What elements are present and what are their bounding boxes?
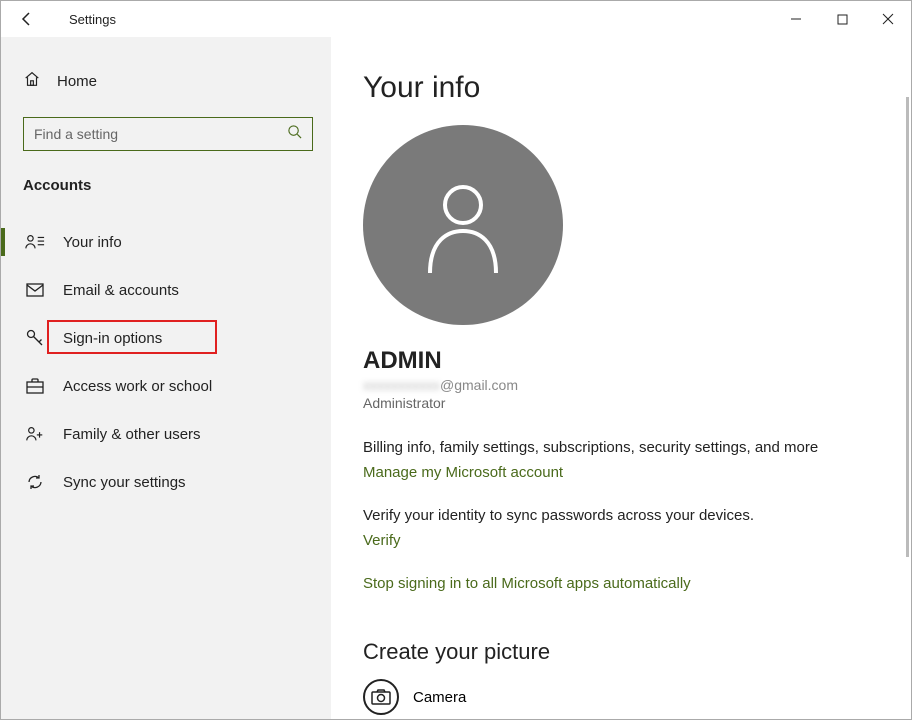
avatar: [363, 125, 563, 325]
window-title: Settings: [69, 12, 116, 27]
sidebar-item-email[interactable]: Email & accounts: [23, 266, 331, 314]
maximize-button[interactable]: [819, 1, 865, 37]
window-controls: [773, 1, 911, 37]
minimize-button[interactable]: [773, 1, 819, 37]
back-button[interactable]: [19, 11, 41, 27]
sync-icon: [25, 473, 45, 491]
email-icon: [25, 283, 45, 297]
stop-signin-link[interactable]: Stop signing in to all Microsoft apps au…: [363, 575, 691, 592]
scrollbar[interactable]: [906, 97, 909, 557]
titlebar: Settings: [1, 1, 911, 37]
sidebar-item-family[interactable]: Family & other users: [23, 410, 331, 458]
billing-desc: Billing info, family settings, subscript…: [363, 439, 911, 456]
section-title: Accounts: [23, 177, 331, 194]
nav-label: Email & accounts: [63, 282, 179, 299]
user-email: xxxxxxxxxxx@gmail.com: [363, 377, 911, 393]
nav-label: Access work or school: [63, 378, 212, 395]
verify-link[interactable]: Verify: [363, 532, 401, 549]
camera-icon: [363, 679, 399, 715]
camera-row[interactable]: Camera: [363, 679, 911, 715]
sidebar-item-signin[interactable]: Sign-in options: [23, 314, 331, 362]
home-icon: [23, 70, 41, 93]
nav-label: Your info: [63, 234, 122, 251]
briefcase-icon: [25, 378, 45, 394]
sidebar-item-work-school[interactable]: Access work or school: [23, 362, 331, 410]
sidebar-item-your-info[interactable]: Your info: [23, 218, 331, 266]
page-title: Your info: [363, 71, 911, 105]
picture-heading: Create your picture: [363, 639, 911, 665]
home-label: Home: [57, 73, 97, 90]
user-role: Administrator: [363, 395, 911, 411]
your-info-icon: [25, 233, 45, 251]
sidebar: Home Accounts Your info: [1, 37, 331, 719]
search-icon: [287, 124, 302, 144]
sidebar-item-sync[interactable]: Sync your settings: [23, 458, 331, 506]
nav-label: Family & other users: [63, 426, 201, 443]
users-icon: [25, 425, 45, 443]
key-icon: [25, 329, 45, 347]
nav-list: Your info Email & accounts Sign-in optio…: [23, 218, 331, 506]
home-nav[interactable]: Home: [23, 61, 331, 101]
camera-label: Camera: [413, 689, 466, 706]
main-content: Your info ADMIN xxxxxxxxxxx@gmail.com Ad…: [331, 37, 911, 719]
search-input[interactable]: [34, 126, 287, 142]
search-box[interactable]: [23, 117, 313, 151]
verify-desc: Verify your identity to sync passwords a…: [363, 507, 911, 524]
manage-account-link[interactable]: Manage my Microsoft account: [363, 464, 563, 481]
username: ADMIN: [363, 347, 911, 375]
settings-window: Settings Home: [0, 0, 912, 720]
close-button[interactable]: [865, 1, 911, 37]
nav-label: Sign-in options: [63, 330, 162, 347]
email-suffix: @gmail.com: [440, 377, 518, 393]
nav-label: Sync your settings: [63, 474, 186, 491]
window-body: Home Accounts Your info: [1, 37, 911, 719]
